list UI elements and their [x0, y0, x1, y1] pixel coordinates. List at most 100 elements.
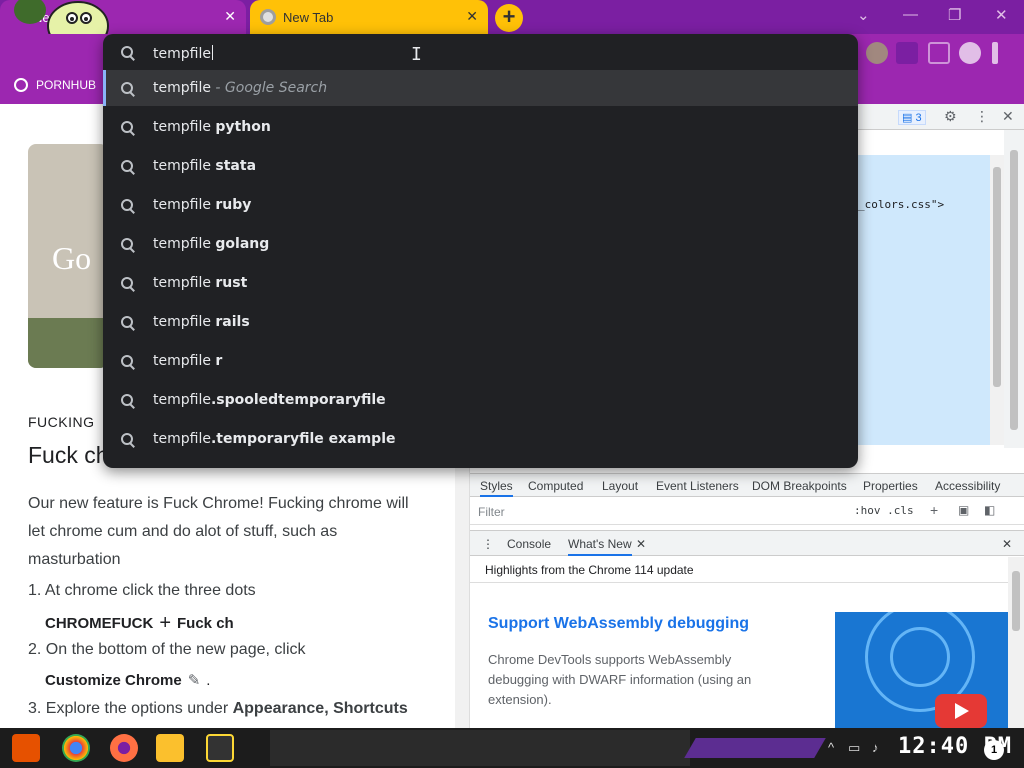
suggestion-item[interactable]: tempfile - Google Search	[103, 70, 858, 106]
tab-close-icon[interactable]: ✕	[466, 8, 478, 25]
step-1-detail: CHROMEFUCK + Fuck ch	[45, 612, 234, 635]
tab-styles[interactable]: Styles	[480, 479, 513, 497]
tab-whats-new[interactable]: What's New	[568, 537, 632, 556]
suggestion-item[interactable]: tempfile python	[103, 109, 858, 145]
suggestion-completion: rails	[215, 314, 250, 330]
tray-expand-icon[interactable]: ^	[828, 740, 834, 755]
search-icon	[121, 46, 135, 60]
suggestion-item[interactable]: tempfile.spooledtemporaryfile	[103, 382, 858, 418]
menu-kebab-icon[interactable]	[992, 42, 998, 64]
search-icon	[121, 238, 135, 252]
address-bar-input[interactable]: tempfile	[103, 34, 858, 70]
tab-properties[interactable]: Properties	[863, 479, 918, 493]
drawer-scrollbar[interactable]	[1008, 557, 1024, 728]
drawer-menu-icon[interactable]: ⋮	[482, 537, 494, 551]
suggestion-item[interactable]: tempfile rust	[103, 265, 858, 301]
sidebar-toggle-icon[interactable]: ◧	[984, 503, 995, 517]
suggestion-item[interactable]: tempfile golang	[103, 226, 858, 262]
suggestion-completion: stata	[215, 158, 257, 174]
suggestion-completion: ruby	[215, 197, 252, 213]
devtools-scrollbar[interactable]	[1004, 130, 1024, 448]
suggestion-hint: - Google Search	[210, 80, 328, 96]
suggestion-typed: tempfile	[153, 314, 216, 330]
restore-icon[interactable]: ❐	[948, 6, 961, 24]
card-text: Go	[52, 240, 92, 276]
issues-badge[interactable]: ▤ 3	[898, 110, 926, 125]
card-photo	[28, 318, 108, 368]
customize-preview-image: Go	[28, 144, 108, 368]
close-drawer-icon[interactable]: ✕	[1002, 537, 1012, 551]
element-state-icon[interactable]: ▣	[958, 503, 969, 517]
pencil-icon: ✎	[187, 672, 201, 689]
more-options-icon[interactable]: ⋮	[975, 108, 989, 125]
filter-input[interactable]: Filter	[478, 505, 505, 519]
account-avatar-icon[interactable]	[959, 42, 981, 64]
elements-scrollbar[interactable]	[990, 155, 1004, 445]
file-explorer-icon[interactable]	[156, 734, 184, 762]
tab-search-icon[interactable]: ⌄	[857, 6, 870, 24]
suggestion-item[interactable]: tempfile.temporaryfile example	[103, 421, 858, 457]
suggestion-text: tempfile - Google Search	[153, 80, 327, 96]
step-2-detail: Customize Chrome ✎ .	[45, 671, 210, 690]
step-text: Explore the options under	[45, 700, 233, 717]
minimize-icon[interactable]: —	[903, 6, 918, 23]
bookmark-item[interactable]: PORNHUB	[14, 78, 96, 92]
notification-badge[interactable]: 1	[984, 740, 1004, 760]
suggestion-text: tempfile.temporaryfile example	[153, 431, 396, 447]
step-detail-bold: CHROMEFUCK	[45, 615, 154, 632]
step-text: At chrome click the three dots	[44, 582, 256, 599]
settings-gear-icon[interactable]: ⚙	[944, 108, 957, 125]
suggestion-typed: tempfile	[153, 392, 211, 408]
tab-event-listeners[interactable]: Event Listeners	[656, 479, 739, 493]
play-icon[interactable]	[935, 694, 987, 728]
warning-app-icon[interactable]	[206, 734, 234, 762]
article-title[interactable]: Support WebAssembly debugging	[488, 615, 749, 633]
side-panel-icon[interactable]	[928, 42, 950, 64]
suggestion-item[interactable]: tempfile ruby	[103, 187, 858, 223]
suggestion-typed: tempfile	[153, 119, 216, 135]
start-button-icon[interactable]	[12, 734, 40, 762]
styles-filter-bar: Filter :hov .cls + ▣ ◧	[470, 499, 1024, 525]
search-icon	[121, 316, 135, 330]
suggestion-item[interactable]: tempfile rails	[103, 304, 858, 340]
hov-cls-toggles[interactable]: :hov .cls	[854, 504, 914, 517]
search-icon	[121, 277, 135, 291]
volume-icon[interactable]: ♪	[872, 740, 879, 755]
drawer-tabbar: ⋮ Console What's New ✕ ✕	[470, 530, 1024, 556]
tab-close-icon[interactable]: ✕	[224, 8, 236, 25]
tab-console[interactable]: Console	[507, 537, 551, 551]
network-icon[interactable]: ▭	[848, 740, 860, 756]
scroll-thumb[interactable]	[1010, 150, 1018, 430]
tab-new-tab[interactable]: New Tab ✕	[250, 0, 488, 34]
search-icon	[121, 160, 135, 174]
suggestion-completion: python	[215, 119, 271, 135]
search-icon	[121, 199, 135, 213]
omnibox-dropdown: tempfile tempfile - Google Search tempfil…	[103, 34, 858, 468]
suggestion-text: tempfile r	[153, 353, 222, 369]
close-window-icon[interactable]: ✕	[995, 6, 1008, 24]
step-detail-tail: Fuck ch	[177, 615, 234, 632]
step-detail-bold: Customize Chrome	[45, 671, 182, 689]
scroll-thumb[interactable]	[1012, 571, 1020, 631]
add-rule-icon[interactable]: +	[930, 502, 938, 518]
suggestion-item[interactable]: tempfile stata	[103, 148, 858, 184]
profile-avatar-icon[interactable]	[866, 42, 888, 64]
article-video-thumbnail[interactable]	[835, 612, 1009, 728]
extensions-icon[interactable]	[896, 42, 918, 64]
suggestion-text: tempfile stata	[153, 158, 256, 174]
suggestion-item[interactable]: tempfile r	[103, 343, 858, 379]
screen: New ✕ New Tab ✕ + ⌄ — ❐ ✕ PORNHUB Go FUC…	[0, 0, 1024, 768]
dom-node-text[interactable]: _colors.css">	[858, 198, 944, 211]
tab-dom-breakpoints[interactable]: DOM Breakpoints	[752, 479, 847, 493]
tab-layout[interactable]: Layout	[602, 479, 638, 493]
styles-tabbar: Styles Computed Layout Event Listeners D…	[470, 473, 1024, 497]
close-tab-icon[interactable]: ✕	[636, 537, 646, 551]
tab-accessibility[interactable]: Accessibility	[935, 479, 1000, 493]
chrome-taskbar-icon[interactable]	[62, 734, 90, 762]
search-icon	[121, 82, 135, 96]
close-devtools-icon[interactable]: ✕	[1002, 108, 1014, 125]
new-tab-button[interactable]: +	[495, 4, 523, 32]
scroll-thumb[interactable]	[993, 167, 1001, 387]
tab-computed[interactable]: Computed	[528, 479, 583, 493]
firefox-taskbar-icon[interactable]	[110, 734, 138, 762]
